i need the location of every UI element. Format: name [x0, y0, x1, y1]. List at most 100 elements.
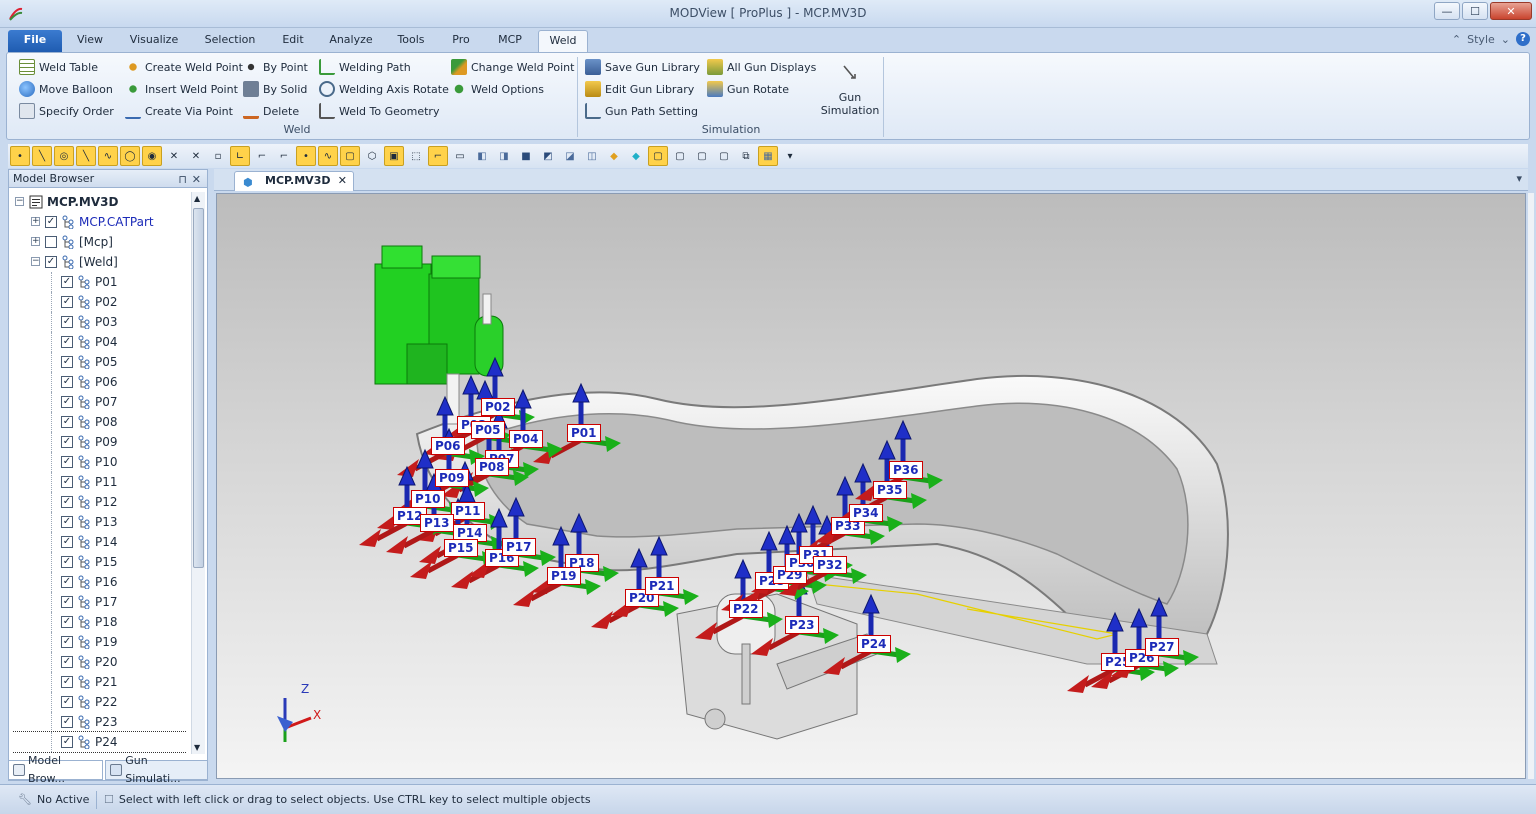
tree-point-item[interactable]: ✓ P18 — [13, 612, 187, 632]
select-surface-icon[interactable]: ▢ — [340, 146, 360, 166]
tree-point-item[interactable]: ✓ P14 — [13, 532, 187, 552]
node-checkbox[interactable]: ✓ — [61, 716, 73, 728]
tree-node[interactable]: + [Mcp] — [13, 232, 187, 252]
create-weld-point-button[interactable]: Create Weld Point — [125, 57, 243, 77]
render-outline-icon[interactable]: ⧉ — [736, 146, 756, 166]
weld-point-label[interactable]: P34 — [849, 504, 883, 522]
tree-point-item[interactable]: ✓ P01 — [13, 272, 187, 292]
tree-point-item[interactable]: ✓ P12 — [13, 492, 187, 512]
expand-icon[interactable]: + — [31, 237, 40, 246]
weld-point-label[interactable]: P08 — [475, 458, 509, 476]
help-icon[interactable]: ? — [1516, 32, 1530, 46]
document-list-dropdown[interactable]: ▾ — [1516, 172, 1522, 185]
select-body-icon[interactable]: ▣ — [384, 146, 404, 166]
tree-point-item[interactable]: ✓ P21 — [13, 672, 187, 692]
tree-point-item[interactable]: ✓ P08 — [13, 412, 187, 432]
view-flat-icon[interactable]: ▭ — [450, 146, 470, 166]
tab-mcp[interactable]: MCP — [488, 30, 532, 52]
snap-arc-icon[interactable]: ◯ — [120, 146, 140, 166]
render-hidden-icon[interactable]: ▢ — [714, 146, 734, 166]
snap-face-icon[interactable]: ▫ — [208, 146, 228, 166]
tree-point-item[interactable]: ✓ P07 — [13, 392, 187, 412]
document-tab[interactable]: ⬢ MCP.MV3D ✕ — [234, 171, 354, 191]
tab-weld[interactable]: Weld — [538, 30, 588, 52]
node-checkbox[interactable] — [45, 236, 57, 248]
measure-icon[interactable]: ⌐ — [428, 146, 448, 166]
tree-point-item[interactable]: ✓ P19 — [13, 632, 187, 652]
insert-weld-point-button[interactable]: Insert Weld Point — [125, 79, 238, 99]
node-checkbox[interactable]: ✓ — [61, 736, 73, 748]
tree-scrollbar[interactable]: ▲ ▼ — [191, 192, 205, 754]
tree-point-item[interactable]: ✓ P13 — [13, 512, 187, 532]
weld-point-label[interactable]: P21 — [645, 577, 679, 595]
node-checkbox[interactable]: ✓ — [61, 276, 73, 288]
tree-point-item[interactable]: ✓ P24 — [13, 731, 187, 753]
view-shaded-icon[interactable]: ◆ — [604, 146, 624, 166]
weld-point-label[interactable]: P19 — [547, 567, 581, 585]
tree-point-item[interactable]: ✓ P22 — [13, 692, 187, 712]
node-checkbox[interactable]: ✓ — [61, 356, 73, 368]
viewport-scrollbar[interactable] — [1528, 193, 1534, 779]
chevron-up-icon[interactable]: ⌃ — [1452, 33, 1461, 46]
document-close-icon[interactable]: ✕ — [338, 172, 347, 190]
tree-point-item[interactable]: ✓ P06 — [13, 372, 187, 392]
view-front-icon[interactable]: ◨ — [494, 146, 514, 166]
snap-intersect-icon[interactable]: ✕ — [164, 146, 184, 166]
view-iso-icon[interactable]: ◧ — [472, 146, 492, 166]
node-checkbox[interactable]: ✓ — [61, 696, 73, 708]
tree-node[interactable]: − ✓ [Weld] — [13, 252, 187, 272]
tab-model-browser[interactable]: Model Brow... — [8, 754, 104, 785]
tree-point-item[interactable]: ✓ P10 — [13, 452, 187, 472]
weld-point-label[interactable]: P10 — [411, 490, 445, 508]
color-grid-icon[interactable]: ▦ — [758, 146, 778, 166]
tree-point-item[interactable]: ✓ P04 — [13, 332, 187, 352]
close-button[interactable]: ✕ — [1490, 2, 1532, 20]
node-checkbox[interactable]: ✓ — [61, 296, 73, 308]
snap-edge-icon[interactable]: ╲ — [76, 146, 96, 166]
toolbar-overflow-icon[interactable]: ▾ — [784, 146, 796, 166]
select-all-icon[interactable]: ⬚ — [406, 146, 426, 166]
scroll-down-icon[interactable]: ▼ — [194, 743, 200, 752]
node-checkbox[interactable]: ✓ — [61, 336, 73, 348]
style-menu[interactable]: Style — [1467, 33, 1495, 46]
select-solid-icon[interactable]: ⬡ — [362, 146, 382, 166]
tab-edit[interactable]: Edit — [274, 30, 312, 52]
node-checkbox[interactable]: ✓ — [61, 576, 73, 588]
tab-view[interactable]: View — [66, 30, 114, 52]
all-gun-displays-button[interactable]: All Gun Displays — [707, 57, 816, 77]
snap-line-icon[interactable]: ╲ — [32, 146, 52, 166]
weld-point-label[interactable]: P32 — [813, 556, 847, 574]
tab-file[interactable]: File — [8, 30, 62, 52]
weld-point-label[interactable]: P22 — [729, 600, 763, 618]
tree-point-item[interactable]: ✓ P23 — [13, 712, 187, 732]
gun-path-setting-button[interactable]: Gun Path Setting — [585, 101, 698, 121]
snap-dot-icon[interactable]: • — [296, 146, 316, 166]
collapse-icon[interactable]: − — [31, 257, 40, 266]
expand-icon[interactable]: + — [31, 217, 40, 226]
by-point-button[interactable]: By Point — [243, 57, 308, 77]
welding-axis-rotate-button[interactable]: Welding Axis Rotate — [319, 79, 449, 99]
weld-point-label[interactable]: P01 — [567, 424, 601, 442]
tree-point-item[interactable]: ✓ P17 — [13, 592, 187, 612]
pin-icon[interactable]: ⊓ — [178, 171, 187, 188]
node-checkbox[interactable]: ✓ — [61, 536, 73, 548]
tree-point-item[interactable]: ✓ P09 — [13, 432, 187, 452]
node-checkbox[interactable]: ✓ — [61, 476, 73, 488]
render-wire-icon[interactable]: ▢ — [692, 146, 712, 166]
delete-button[interactable]: Delete — [243, 101, 299, 121]
node-checkbox[interactable]: ✓ — [61, 596, 73, 608]
change-weld-point-button[interactable]: Change Weld Point — [451, 57, 574, 77]
weld-point-label[interactable]: P27 — [1145, 638, 1179, 656]
tab-analyze[interactable]: Analyze — [322, 30, 380, 52]
tree-point-item[interactable]: ✓ P11 — [13, 472, 187, 492]
weld-options-button[interactable]: Weld Options — [451, 79, 544, 99]
node-checkbox[interactable]: ✓ — [45, 256, 57, 268]
edit-gun-library-button[interactable]: Edit Gun Library — [585, 79, 694, 99]
view-back-icon[interactable]: ■ — [516, 146, 536, 166]
weld-point-label[interactable]: P02 — [481, 398, 515, 416]
weld-point-label[interactable]: P09 — [435, 469, 469, 487]
snap-center-icon[interactable]: ◉ — [142, 146, 162, 166]
panel-close-icon[interactable]: ✕ — [192, 171, 201, 188]
snap-point-icon[interactable]: • — [10, 146, 30, 166]
view-left-icon[interactable]: ◩ — [538, 146, 558, 166]
